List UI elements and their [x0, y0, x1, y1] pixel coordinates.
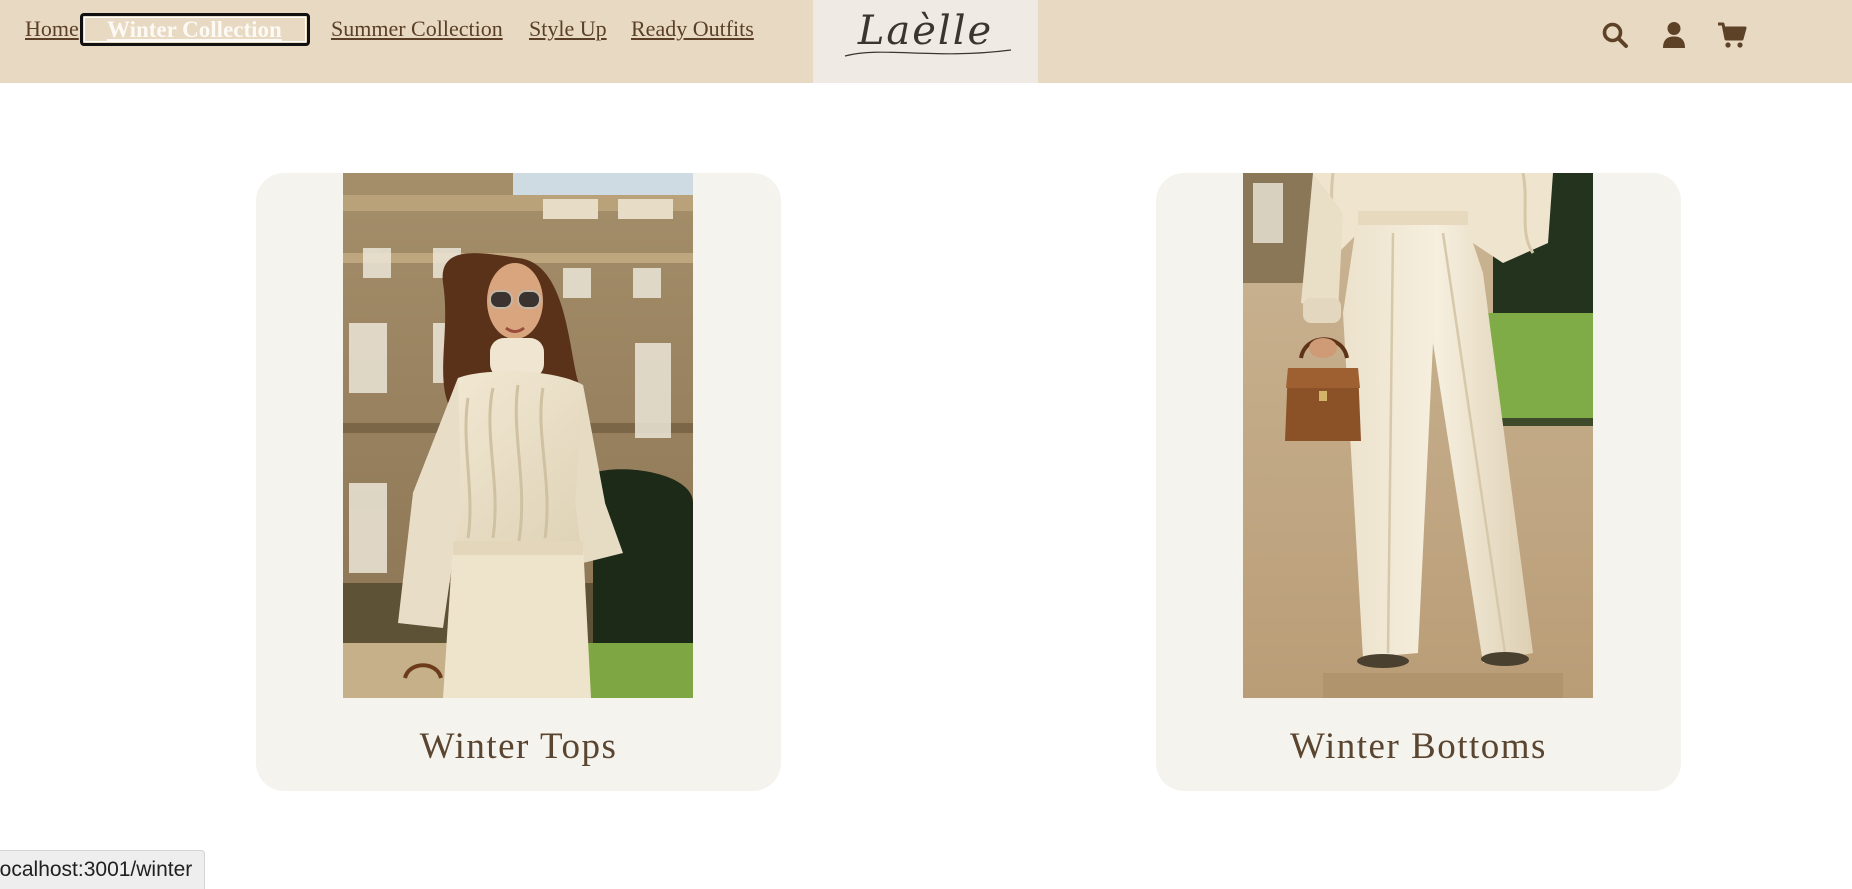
cart-icon[interactable] — [1717, 20, 1747, 50]
site-header: Home Winter Collection Summer Collection… — [0, 0, 1852, 83]
category-label: Winter Bottoms — [1290, 726, 1547, 767]
link-status-bar: localhost:3001/winter — [0, 850, 206, 889]
category-card-winter-bottoms[interactable]: Winter Bottoms — [1156, 173, 1681, 791]
user-icon[interactable] — [1659, 20, 1689, 50]
nav-link-home[interactable]: Home — [25, 14, 79, 44]
category-label: Winter Tops — [419, 726, 618, 767]
nav-link-ready-outfits[interactable]: Ready Outfits — [631, 14, 754, 44]
search-icon[interactable] — [1600, 20, 1630, 50]
nav-link-summer-collection[interactable]: Summer Collection — [331, 14, 503, 44]
winter-bottoms-photo — [1243, 173, 1593, 698]
nav-link-style-up[interactable]: Style Up — [529, 14, 607, 44]
logo-flourish-icon — [844, 49, 1012, 57]
nav-link-winter-collection[interactable]: Winter Collection — [80, 13, 310, 46]
winter-tops-photo — [343, 173, 693, 698]
category-card-winter-tops[interactable]: Winter Tops — [256, 173, 781, 791]
brand-logo[interactable]: Laèlle — [813, 0, 1038, 83]
